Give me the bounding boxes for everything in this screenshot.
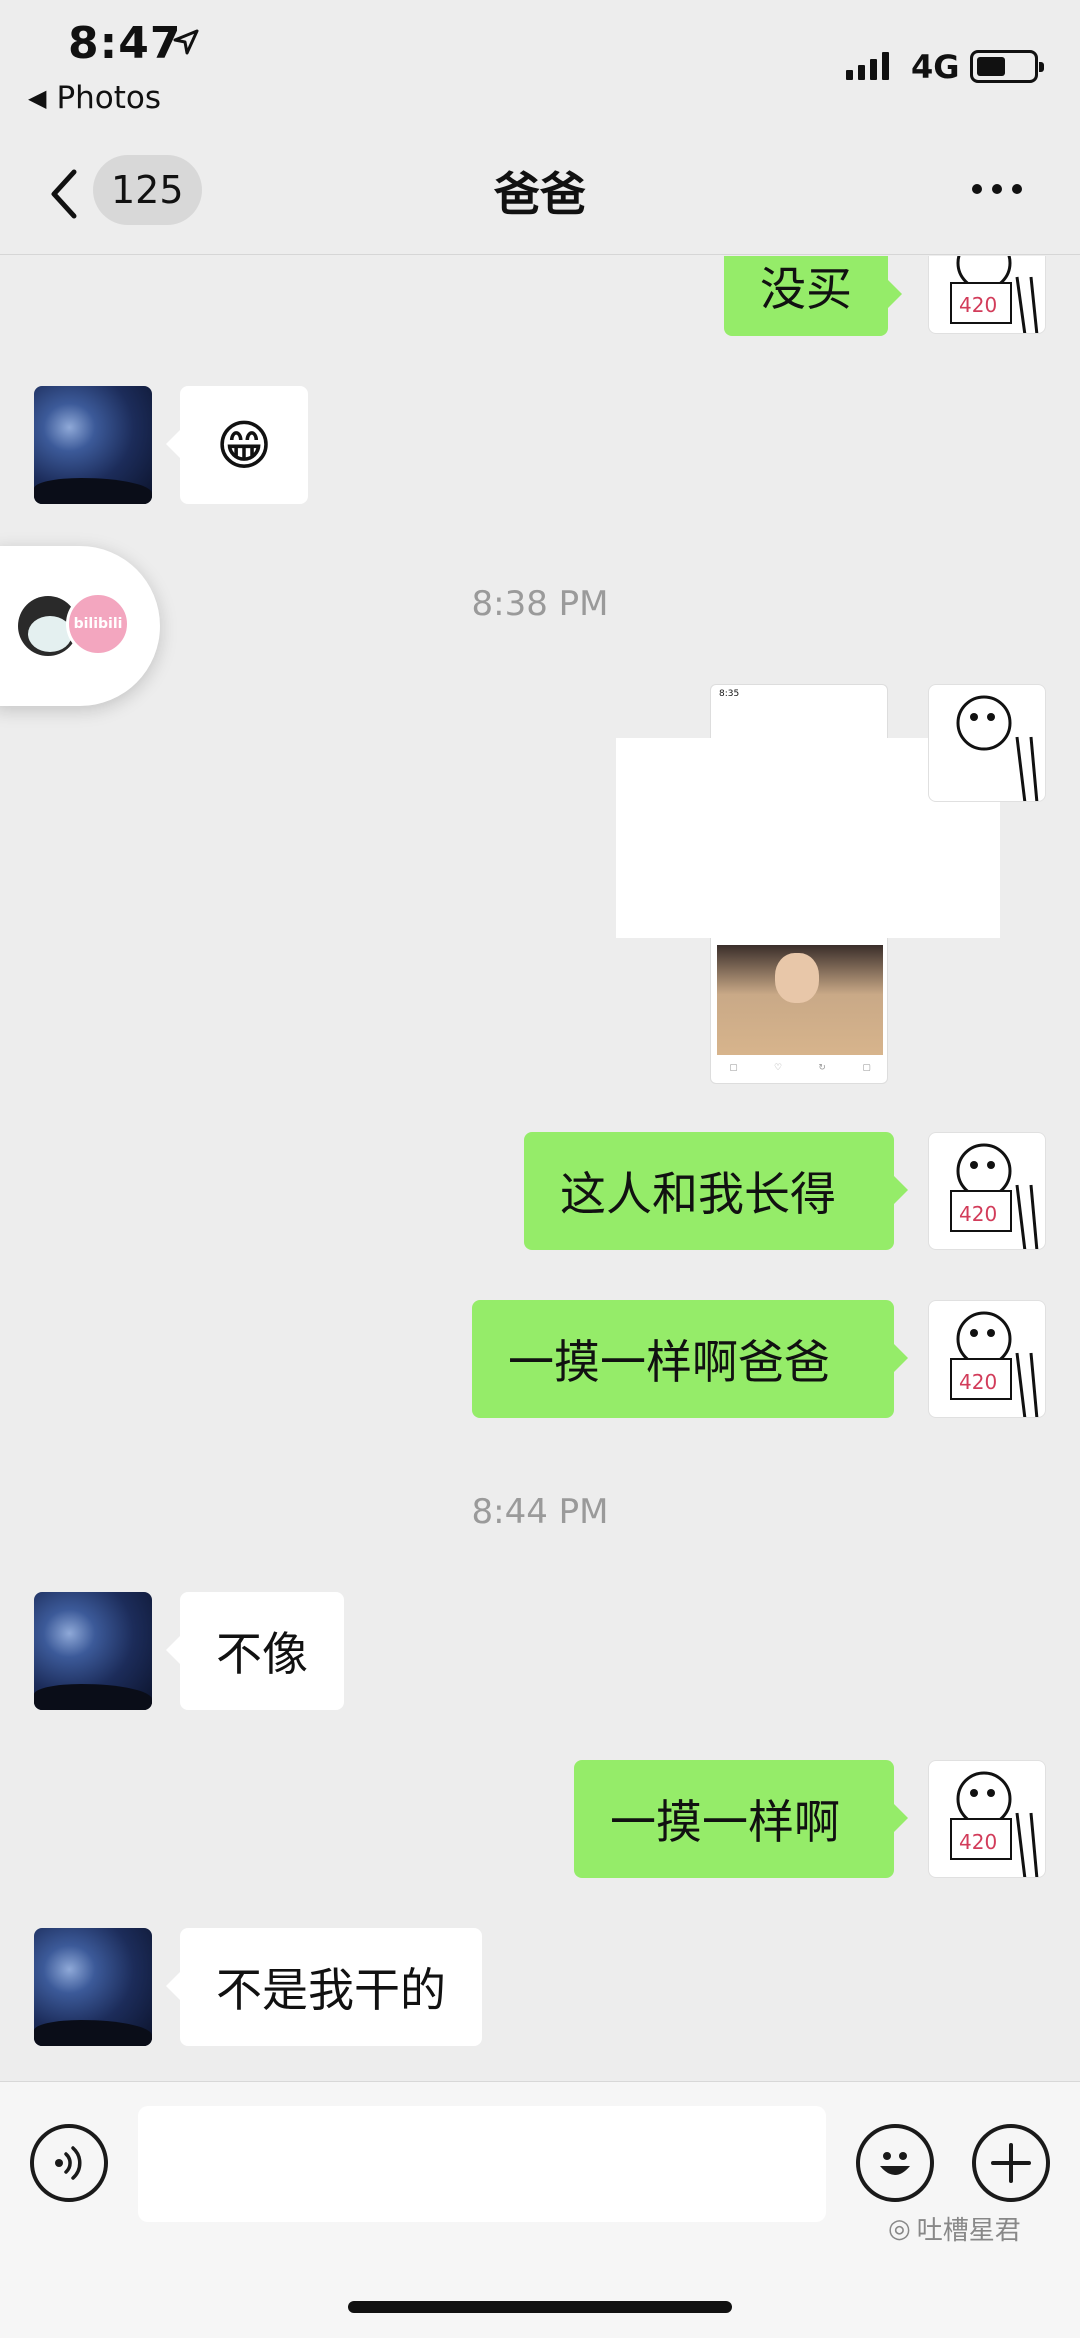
cartoon-avatar-icon: 420 (950, 1311, 1039, 1417)
cartoon-avatar-icon: 420 (950, 1143, 1039, 1249)
voice-icon[interactable] (30, 2124, 108, 2202)
svg-text:420: 420 (959, 1830, 997, 1854)
back-triangle-icon: ◀ (28, 84, 47, 112)
svg-text:420: 420 (959, 1202, 997, 1226)
message-text: 没买 (760, 262, 852, 316)
avatar-contact[interactable] (34, 1592, 152, 1710)
message-bubble-received[interactable]: 不像 (166, 1592, 344, 1710)
cartoon-avatar-icon: 420 (950, 256, 1039, 333)
photo-thumbnail (717, 945, 883, 1055)
battery-icon (970, 50, 1044, 83)
avatar-self[interactable]: 420 (928, 1132, 1046, 1250)
avatar-contact[interactable] (34, 1928, 152, 2046)
watermark: ◎ 吐槽星君 (888, 2213, 1021, 2247)
timestamp: 8:38 PM (471, 584, 609, 624)
avatar-self[interactable]: 420 (928, 1300, 1046, 1418)
svg-text:420: 420 (959, 1370, 997, 1394)
timestamp: 8:44 PM (471, 1492, 609, 1532)
chat-title: 爸爸 (494, 167, 586, 221)
home-indicator[interactable] (348, 2301, 732, 2313)
status-bar: 8:47 ◀ Photos 4G (0, 0, 1080, 150)
status-time: 8:47 (68, 18, 182, 69)
message-text: 一摸一样啊 (610, 1795, 840, 1849)
chat-header: 125 爸爸 (0, 150, 1080, 255)
svg-text:420: 420 (959, 293, 997, 317)
location-arrow-icon (173, 29, 199, 55)
message-list[interactable]: 没买 420 😁 bilibili 8:38 PM 8:35 ▢♡↻▢ 这 (0, 256, 1080, 2081)
message-bubble-received[interactable]: 😁 (166, 386, 308, 504)
back-app-label: Photos (56, 80, 162, 116)
message-text: 不是我干的 (216, 1963, 446, 2017)
message-bubble-sent[interactable]: 一摸一样啊 (574, 1760, 908, 1878)
message-bubble-sent[interactable]: 没买 (724, 256, 902, 336)
back-to-app-link[interactable]: ◀ Photos (28, 80, 161, 116)
floating-window-bubble[interactable]: bilibili (0, 546, 160, 706)
message-bubble-received[interactable]: 不是我干的 (166, 1928, 482, 2046)
thumbnail-tabbar: ▢ ♡ ↻ ▢ (729, 1063, 871, 1073)
emoji-icon[interactable] (856, 2124, 934, 2202)
cartoon-avatar-icon (956, 695, 1039, 801)
network-type: 4G (911, 48, 960, 86)
avatar-self[interactable] (928, 684, 1046, 802)
message-bubble-sent[interactable]: 这人和我长得 (524, 1132, 908, 1250)
message-text: 不像 (216, 1627, 308, 1681)
plus-icon[interactable] (972, 2124, 1050, 2202)
avatar-contact[interactable] (34, 386, 152, 504)
avatar-self[interactable]: 420 (928, 256, 1046, 334)
message-input[interactable] (138, 2106, 826, 2222)
more-icon[interactable] (972, 184, 1022, 194)
message-bubble-sent[interactable]: 一摸一样啊爸爸 (472, 1300, 908, 1418)
signal-icon (846, 52, 889, 80)
cartoon-avatar-icon: 420 (950, 1771, 1039, 1877)
grinning-emoji: 😁 (215, 413, 273, 477)
wechat-logo-icon: ◎ (888, 2213, 911, 2244)
message-text: 一摸一样啊爸爸 (508, 1335, 830, 1389)
message-text: 这人和我长得 (560, 1167, 836, 1221)
avatar-self[interactable]: 420 (928, 1760, 1046, 1878)
